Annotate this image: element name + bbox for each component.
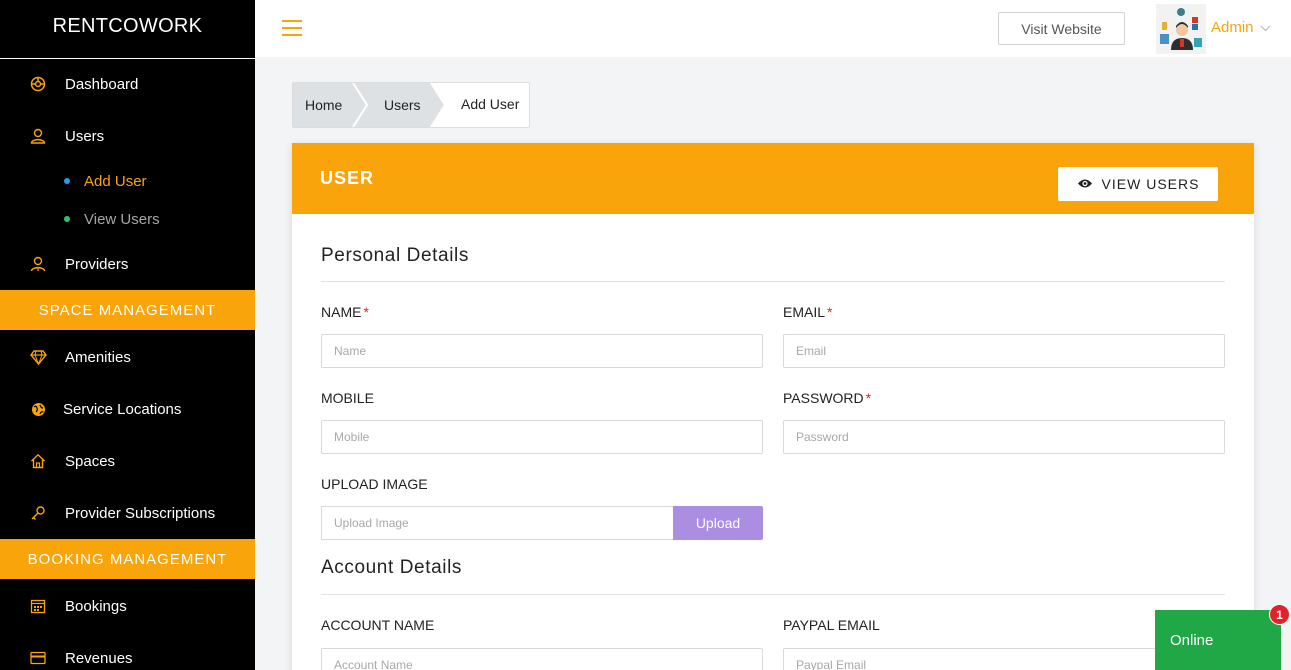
- divider: [321, 594, 1225, 595]
- bullet-dot: [64, 216, 70, 222]
- sidebar-item-label: Bookings: [65, 597, 127, 615]
- sidebar-item-label: Users: [65, 127, 105, 145]
- account-name-field[interactable]: [321, 648, 763, 670]
- section-booking-management: BOOKING MANAGEMENT: [0, 539, 255, 579]
- visit-website-button[interactable]: Visit Website: [998, 12, 1125, 45]
- sidebar-item-label: Dashboard: [65, 75, 139, 93]
- divider: [321, 281, 1225, 282]
- upload-image-label: UPLOAD IMAGE: [321, 476, 428, 492]
- sidebar-item-amenities[interactable]: Amenities: [0, 339, 255, 375]
- user-name: Admin: [1211, 19, 1254, 36]
- sidebar-item-revenues[interactable]: Revenues: [0, 640, 255, 670]
- sidebar: RENTCOWORK Dashboard Users Add User View…: [0, 0, 255, 670]
- upload-image-field[interactable]: [321, 506, 673, 540]
- sidebar-item-users[interactable]: Users: [0, 118, 255, 154]
- user-form-card: USER VIEW USERS Personal Details NAME* E…: [292, 143, 1254, 670]
- providers-icon: [29, 255, 47, 273]
- sidebar-item-provider-subscriptions[interactable]: Provider Subscriptions: [0, 495, 255, 531]
- brand-logo[interactable]: RENTCOWORK: [0, 0, 255, 59]
- card-icon: [29, 649, 47, 667]
- eye-icon: [1077, 176, 1093, 192]
- key-icon: [29, 504, 47, 522]
- notification-badge: 1: [1269, 604, 1290, 625]
- sidebar-subitem-label: Add User: [84, 172, 147, 190]
- name-label: NAME *: [321, 304, 369, 320]
- mobile-field[interactable]: [321, 420, 763, 454]
- password-label: PASSWORD *: [783, 390, 872, 406]
- sidebar-subitem-view-users[interactable]: View Users: [0, 206, 255, 232]
- calendar-icon: [29, 597, 47, 615]
- globe-icon: [29, 400, 47, 418]
- card-header: USER VIEW USERS: [292, 143, 1254, 214]
- card-title: USER: [320, 168, 375, 188]
- section-space-management: SPACE MANAGEMENT: [0, 290, 255, 330]
- breadcrumb: Home Users Add User: [292, 82, 530, 128]
- sidebar-item-label: Service Locations: [63, 400, 182, 418]
- sidebar-item-dashboard[interactable]: Dashboard: [0, 66, 255, 102]
- menu-toggle-icon[interactable]: [282, 20, 302, 36]
- breadcrumb-current: Add User: [461, 96, 520, 112]
- sidebar-item-label: Provider Subscriptions: [65, 504, 216, 522]
- breadcrumb-home[interactable]: Home: [305, 83, 342, 127]
- sidebar-item-bookings[interactable]: Bookings: [0, 588, 255, 624]
- sidebar-subitem-add-user[interactable]: Add User: [0, 168, 255, 194]
- account-name-label: ACCOUNT NAME: [321, 617, 435, 633]
- top-header: Visit Website Admin: [255, 0, 1291, 57]
- sidebar-item-label: Revenues: [65, 649, 133, 667]
- personal-details-title: Personal Details: [321, 245, 469, 266]
- mobile-label: MOBILE: [321, 390, 374, 406]
- view-users-label: VIEW USERS: [1101, 176, 1200, 192]
- sidebar-subitem-label: View Users: [84, 210, 160, 228]
- email-label: EMAIL *: [783, 304, 833, 320]
- avatar[interactable]: [1156, 4, 1206, 54]
- sidebar-item-providers[interactable]: Providers: [0, 246, 255, 282]
- account-details-title: Account Details: [321, 557, 463, 578]
- view-users-button[interactable]: VIEW USERS: [1058, 167, 1218, 201]
- diamond-icon: [29, 348, 47, 366]
- upload-button[interactable]: Upload: [673, 506, 763, 540]
- sidebar-item-service-locations[interactable]: Service Locations: [0, 391, 255, 427]
- chevron-down-icon: [1260, 19, 1271, 36]
- sidebar-item-label: Amenities: [65, 348, 131, 366]
- breadcrumb-users[interactable]: Users: [384, 83, 421, 127]
- paypal-email-label: PAYPAL EMAIL: [783, 617, 880, 633]
- email-field[interactable]: [783, 334, 1225, 368]
- name-field[interactable]: [321, 334, 763, 368]
- password-field[interactable]: [783, 420, 1225, 454]
- user-menu[interactable]: Admin: [1211, 19, 1271, 36]
- home-icon: [29, 452, 47, 470]
- user-icon: [29, 127, 47, 145]
- dashboard-icon: [29, 75, 47, 93]
- online-chat-widget[interactable]: Online: [1155, 610, 1281, 670]
- sidebar-item-label: Spaces: [65, 452, 116, 470]
- sidebar-item-spaces[interactable]: Spaces: [0, 443, 255, 479]
- sidebar-item-label: Providers: [65, 255, 129, 273]
- bullet-dot: [64, 178, 70, 184]
